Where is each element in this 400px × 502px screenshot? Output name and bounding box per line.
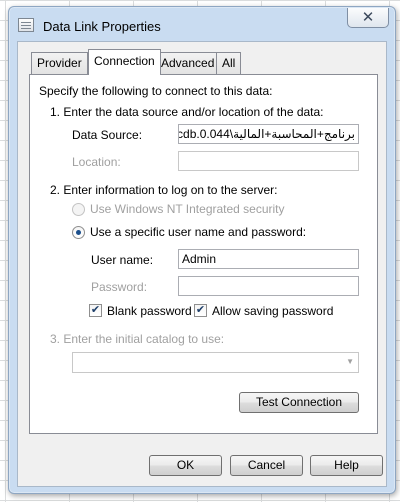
step3-heading: 3. Enter the initial catalog to use: <box>50 332 225 346</box>
connection-panel: Specify the following to connect to this… <box>29 74 378 434</box>
username-field[interactable]: Admin <box>178 249 359 269</box>
title-bar[interactable]: Data Link Properties ✕ <box>9 7 395 41</box>
allow-saving-checkbox[interactable]: ✔ <box>194 304 207 317</box>
data-link-icon <box>18 18 34 32</box>
blank-password-label: Blank password <box>107 304 192 318</box>
dialog-title: Data Link Properties <box>43 19 161 34</box>
location-label: Location: <box>72 155 121 169</box>
close-button[interactable]: ✕ <box>347 8 389 28</box>
nt-security-radio[interactable] <box>72 203 85 216</box>
dropdown-arrow-icon: ▼ <box>346 357 354 366</box>
ok-button[interactable]: OK <box>149 455 222 476</box>
specific-user-radio[interactable] <box>72 226 85 239</box>
step2-heading: 2. Enter information to log on to the se… <box>50 183 278 197</box>
tab-provider[interactable]: Provider <box>31 52 88 74</box>
help-button[interactable]: Help <box>310 455 383 476</box>
tab-all[interactable]: All <box>216 52 242 74</box>
nt-security-label: Use Windows NT Integrated security <box>90 202 285 216</box>
initial-catalog-combo[interactable]: ▼ <box>72 352 359 373</box>
intro-text: Specify the following to connect to this… <box>39 84 273 98</box>
data-source-label: Data Source: <box>72 128 143 142</box>
test-connection-button[interactable]: Test Connection <box>239 392 359 413</box>
allow-saving-label: Allow saving password <box>212 304 334 318</box>
dialog-window: Data Link Properties ✕ Provider Connecti… <box>8 6 396 494</box>
password-field[interactable] <box>178 276 359 296</box>
tab-connection[interactable]: Connection <box>88 49 161 75</box>
tab-advanced[interactable]: Advanced <box>155 52 221 74</box>
cancel-button[interactable]: Cancel <box>230 455 303 476</box>
dialog-body: Provider Connection Advanced All Specify… <box>17 41 387 487</box>
step1-heading: 1. Enter the data source and/or location… <box>50 105 324 119</box>
username-label: User name: <box>91 253 154 267</box>
specific-user-label: Use a specific user name and password: <box>90 225 307 239</box>
location-field[interactable] <box>178 151 359 171</box>
blank-password-checkbox[interactable]: ✔ <box>89 304 102 317</box>
password-label: Password: <box>91 280 148 294</box>
data-source-field[interactable]: برنامج+المحاسبة+المالية\0.044.accdb <box>178 124 359 144</box>
